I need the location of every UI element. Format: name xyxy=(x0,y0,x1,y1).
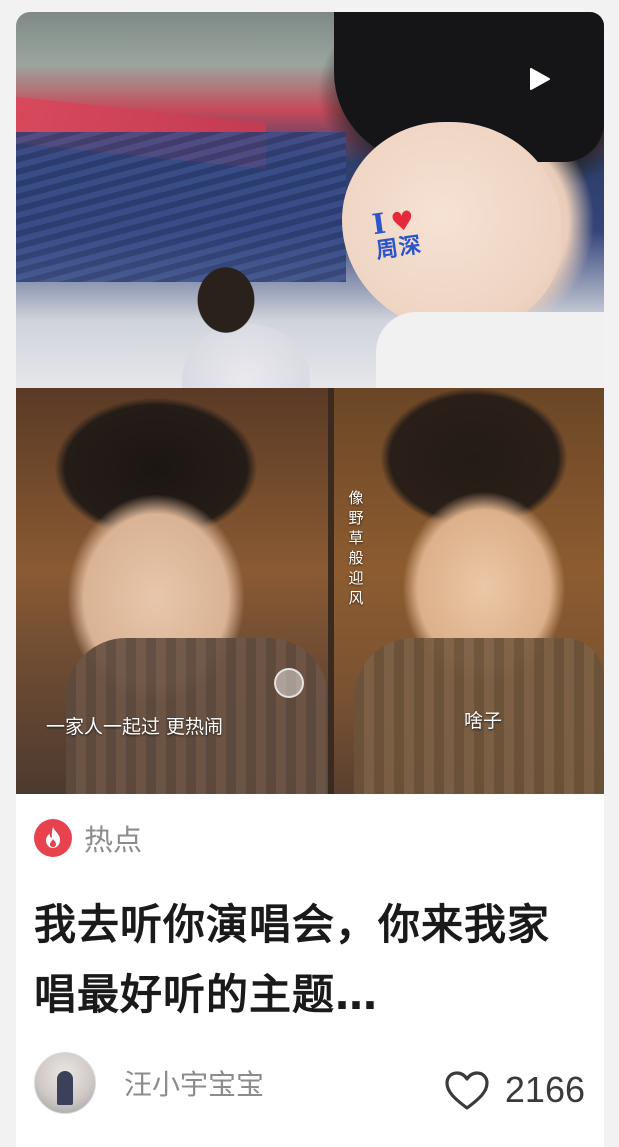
photo-indicator-dot xyxy=(274,668,304,698)
caption-left: 一家人一起过 更热闹 xyxy=(46,716,224,738)
heart-outline-icon[interactable] xyxy=(443,1068,491,1112)
caption-vertical: 像野草般迎风 xyxy=(348,489,364,607)
cover-image[interactable]: I ♥ 周深 一家人一起过 更热闹 啥子 像野草般迎风 xyxy=(16,12,604,794)
stadium-photo: I ♥ 周深 xyxy=(16,12,604,392)
play-icon[interactable] xyxy=(526,66,552,92)
avatar[interactable] xyxy=(34,1052,96,1114)
caption-right: 啥子 xyxy=(464,710,503,732)
face-sticker: I ♥ 周深 xyxy=(370,205,423,264)
boy-shirt xyxy=(376,312,604,392)
like-button[interactable]: 2166 xyxy=(443,1066,585,1114)
author-name[interactable]: 汪小宇宝宝 xyxy=(124,1063,264,1103)
post-title[interactable]: 我去听你演唱会，你来我家唱最好听的主题… xyxy=(34,890,554,1030)
movie-still-right xyxy=(334,388,604,794)
like-count: 2166 xyxy=(504,1069,585,1110)
fire-icon xyxy=(34,819,72,857)
author-info[interactable]: 汪小宇宝宝 xyxy=(34,1050,264,1116)
hot-tag[interactable]: 热点 xyxy=(34,819,143,857)
audience-person xyxy=(166,240,336,390)
hot-label: 热点 xyxy=(84,823,143,857)
